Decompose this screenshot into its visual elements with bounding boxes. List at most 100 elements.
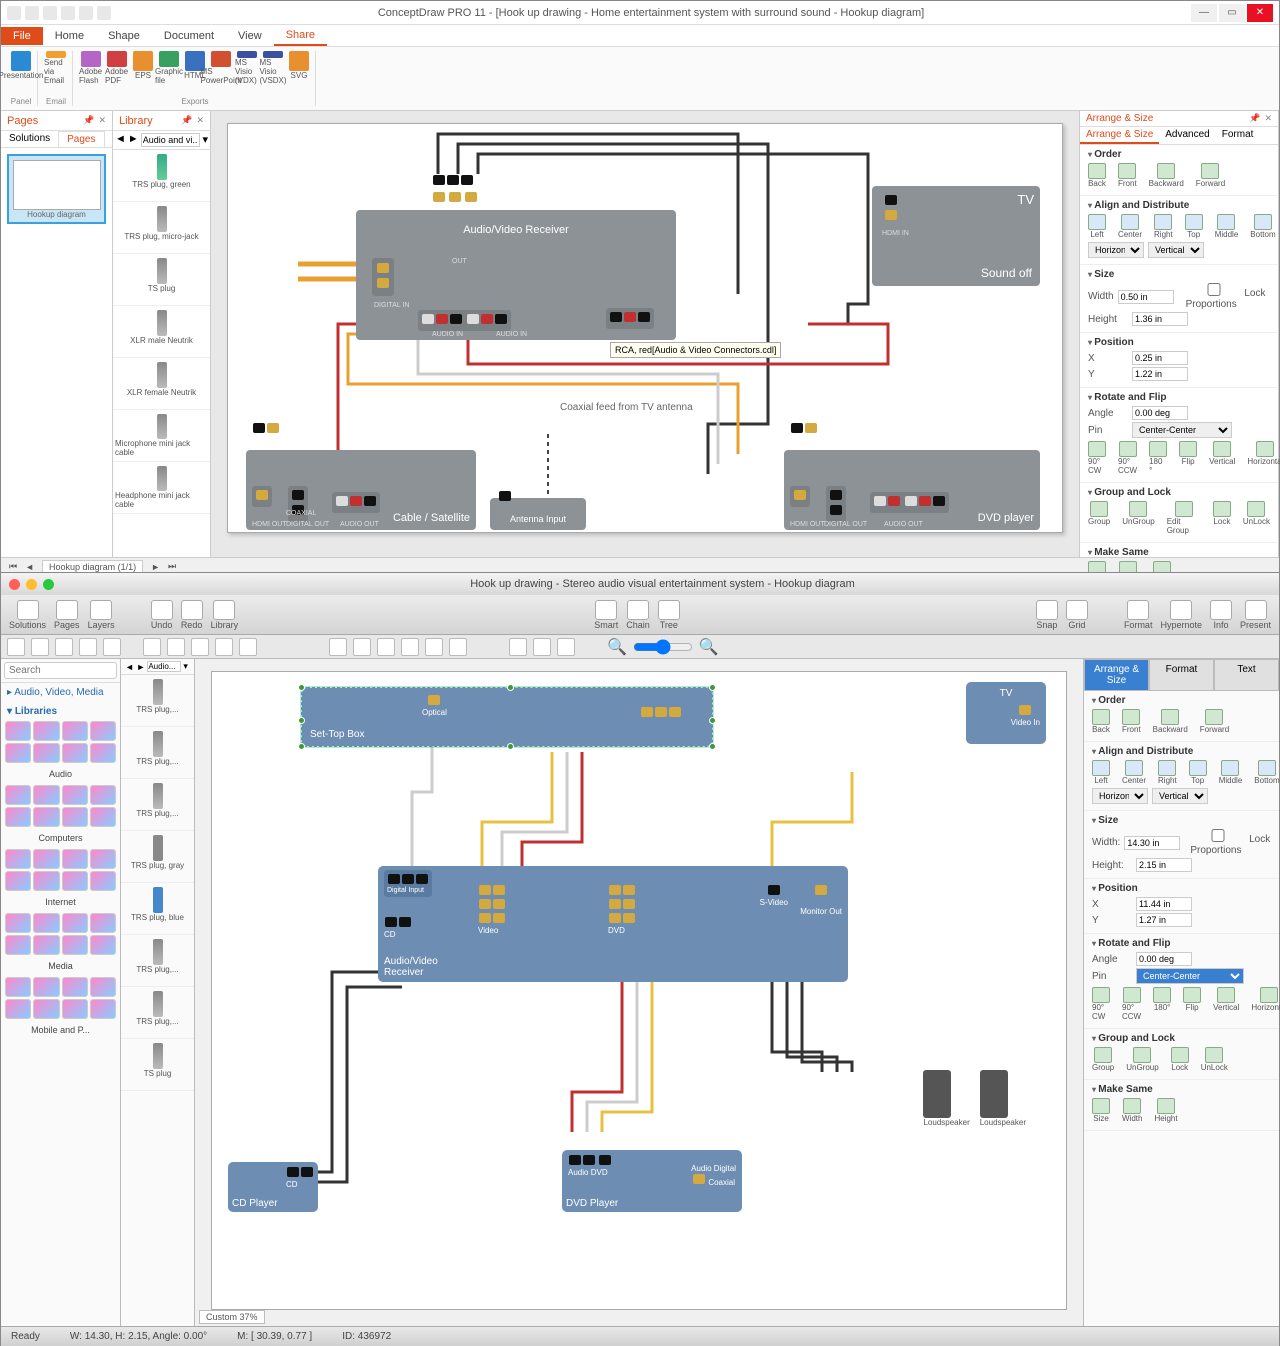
x-input[interactable] [1136,897,1192,911]
tool-icon[interactable] [557,638,575,656]
send-email-button[interactable]: Send via Email [44,51,68,85]
speaker-icon[interactable]: Loudspeaker [923,1070,969,1127]
smart-button[interactable]: Smart [594,600,618,630]
chain-button[interactable]: Chain [626,600,650,630]
device-avr[interactable]: Audio/Video Receiver Digital Input CD Vi… [378,866,848,982]
tool-icon[interactable] [7,638,25,656]
tab-advanced[interactable]: Advanced [1159,127,1215,144]
pages-button[interactable]: Pages [54,600,80,630]
tab-document[interactable]: Document [152,27,226,45]
height-input[interactable] [1132,312,1188,326]
solutions-button[interactable]: Solutions [9,600,46,630]
presentation-button[interactable]: Presentation [9,51,33,85]
tool-icon[interactable] [191,638,209,656]
y-input[interactable] [1136,913,1192,927]
lib-item[interactable]: TRS plug,... [121,935,194,987]
order-back-button[interactable]: Back [1088,163,1106,188]
tool-icon[interactable] [329,638,347,656]
device-dvd[interactable]: DVD Player Audio DVD Audio Digital Coaxi… [562,1150,742,1212]
library-button[interactable]: Library [211,600,239,630]
qat-icon[interactable] [97,6,111,20]
pin-icon[interactable]: 📌 [181,115,192,126]
tool-icon[interactable] [103,638,121,656]
qat-icon[interactable] [25,6,39,20]
lib-item[interactable]: Microphone mini jack cable [113,410,210,462]
tab-format[interactable]: Format [1216,127,1260,144]
chevron-left-icon[interactable]: ◄ [115,133,126,147]
tool-icon[interactable] [353,638,371,656]
qat-icon[interactable] [79,6,93,20]
lib-item[interactable]: TRS plug, blue [121,883,194,935]
device-dvd[interactable]: DVD player HDMI OUT DIGITAL OUT AUDIO OU… [784,450,1040,530]
device-cable-sat[interactable]: Cable / Satellite HDMI OUT DIGITAL OUT C… [246,450,476,530]
tool-icon[interactable] [31,638,49,656]
tool-icon[interactable] [143,638,161,656]
lib-item[interactable]: Headphone mini jack cable [113,462,210,514]
pages-tab[interactable]: Pages [58,131,104,147]
tool-icon[interactable] [401,638,419,656]
lock-proportions-checkbox[interactable] [1186,283,1242,296]
nav-last-icon[interactable]: ⏭ [168,561,176,572]
tab-format[interactable]: Format [1149,659,1214,691]
pin-select[interactable]: Center-Center [1132,422,1232,438]
nav-prev-icon[interactable]: ◄ [25,562,34,572]
width-input[interactable] [1124,836,1180,850]
order-backward-button[interactable]: Backward [1149,163,1184,188]
lib-item[interactable]: TRS plug,... [121,727,194,779]
tool-icon[interactable] [215,638,233,656]
library-search-input[interactable] [141,133,201,147]
canvas[interactable]: Audio/Video Receiver OUT DIGITAL IN AUDI… [211,111,1079,557]
snap-button[interactable]: Snap [1036,600,1058,630]
lib-item[interactable]: TRS plug, micro-jack [113,202,210,254]
canvas[interactable]: Set-Top Box Optical TV Video In Audio/Vi… [195,659,1083,1326]
maximize-button[interactable]: ▭ [1219,4,1245,22]
distribute-h-select[interactable]: Horizontal [1088,242,1144,258]
lib-item[interactable]: TRS plug,... [121,675,194,727]
tree-button[interactable]: Tree [658,600,680,630]
chevron-right-icon[interactable]: ► [128,133,139,147]
lib-item[interactable]: TRS plug, gray [121,831,194,883]
lib-item[interactable]: TS plug [113,254,210,306]
zoom-in-icon[interactable]: 🔍 [699,637,719,657]
device-antenna[interactable]: Antenna Input [490,498,586,530]
tab-share[interactable]: Share [274,26,327,46]
close-panel-icon[interactable]: ✕ [1264,113,1272,124]
order-front-button[interactable]: Front [1118,163,1137,188]
lib-item[interactable]: XLR male Neutrik [113,306,210,358]
lib-item[interactable]: TRS plug, green [113,150,210,202]
angle-input[interactable] [1136,952,1192,966]
tool-icon[interactable] [509,638,527,656]
tool-icon[interactable] [377,638,395,656]
export-ppt-button[interactable]: MS PowerPoint [209,51,233,85]
device-cd[interactable]: CD Player CD [228,1162,318,1212]
export-vdx-button[interactable]: MS Visio (VDX) [235,51,259,85]
distribute-v-select[interactable]: Vertical [1148,242,1204,258]
device-set-top-box[interactable]: Set-Top Box Optical [302,688,712,746]
device-avr[interactable]: Audio/Video Receiver OUT DIGITAL IN AUDI… [356,210,676,340]
tool-icon[interactable] [533,638,551,656]
tab-home[interactable]: Home [43,27,96,45]
qat-icon[interactable] [43,6,57,20]
export-vsdx-button[interactable]: MS Visio (VSDX) [261,51,285,85]
zoom-button[interactable] [43,579,54,590]
format-button[interactable]: Format [1124,600,1153,630]
close-button[interactable] [9,579,20,590]
pin-icon[interactable]: 📌 [83,115,94,126]
tree-item[interactable]: ▸ Audio, Video, Media [1,683,120,702]
tab-arrange[interactable]: Arrange & Size [1084,659,1149,691]
x-input[interactable] [1132,351,1188,365]
info-button[interactable]: Info [1210,600,1232,630]
qat-icon[interactable] [7,6,21,20]
solutions-tab[interactable]: Solutions [1,131,58,147]
export-flash-button[interactable]: Adobe Flash [79,51,103,85]
close-button[interactable]: ✕ [1247,4,1273,22]
width-input[interactable] [1118,290,1174,304]
close-panel-icon[interactable]: ✕ [196,115,204,126]
order-forward-button[interactable]: Forward [1196,163,1225,188]
tab-text[interactable]: Text [1214,659,1279,691]
y-input[interactable] [1132,367,1188,381]
close-panel-icon[interactable]: ✕ [98,115,106,126]
export-eps-button[interactable]: EPS [131,51,155,85]
nav-next-icon[interactable]: ► [151,562,160,572]
hypernote-button[interactable]: Hypernote [1160,600,1202,630]
